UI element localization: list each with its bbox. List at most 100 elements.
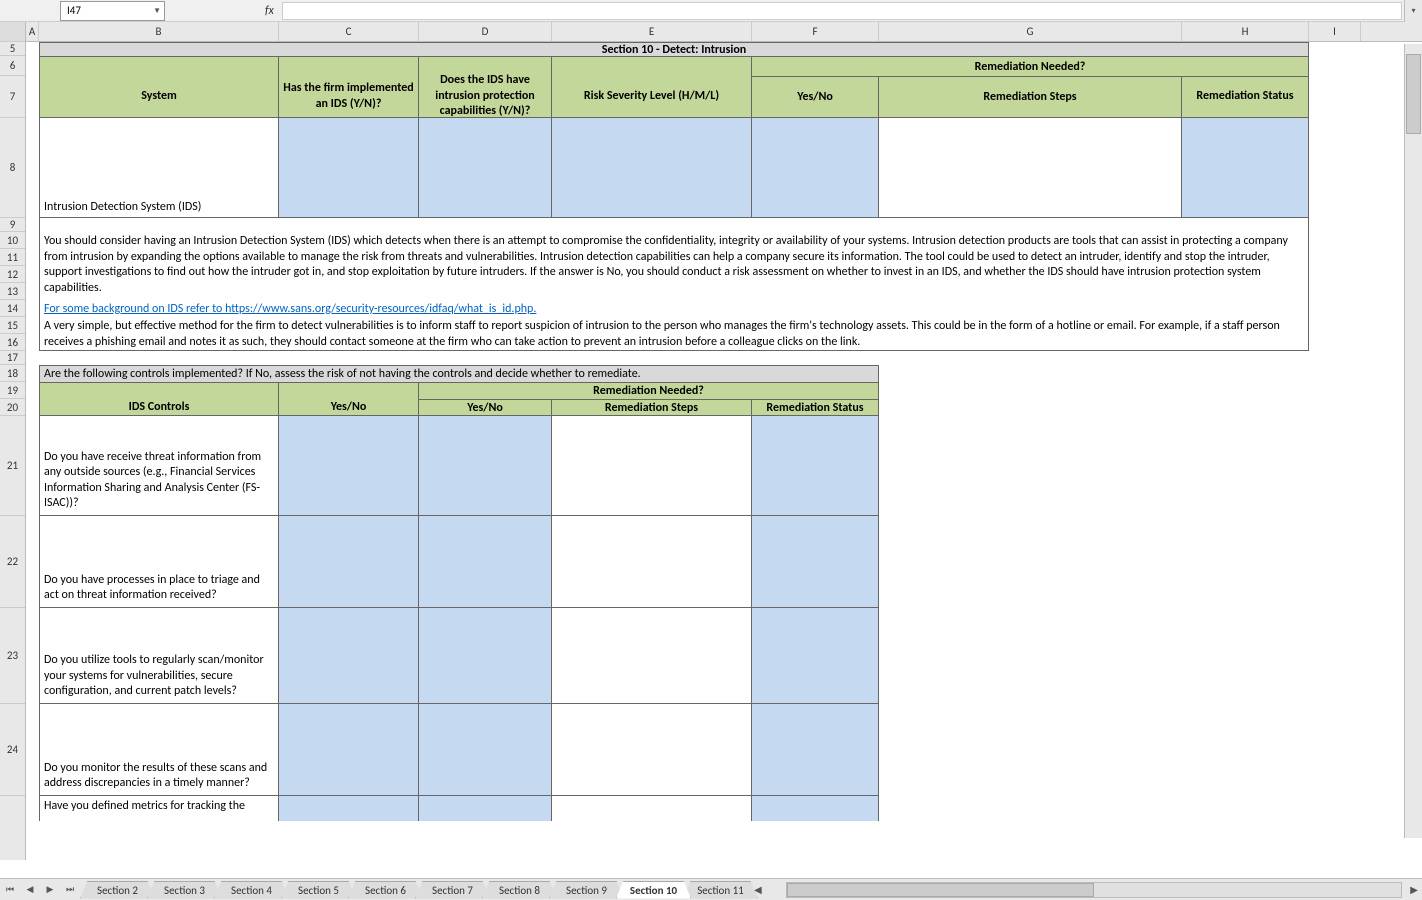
- ids-remediation-status[interactable]: [1182, 118, 1309, 218]
- sheet-tab[interactable]: Section 6: [348, 881, 423, 899]
- col-header[interactable]: F: [752, 22, 879, 41]
- row-header[interactable]: 23: [0, 608, 25, 704]
- col-header[interactable]: E: [552, 22, 752, 41]
- tab-nav-prev-icon[interactable]: ◀: [20, 880, 40, 900]
- sheet-tab[interactable]: Section 3: [147, 881, 222, 899]
- ids-remediation-steps[interactable]: [879, 118, 1182, 218]
- ids-system-label[interactable]: Intrusion Detection System (IDS): [39, 118, 279, 218]
- vertical-scrollbar[interactable]: [1404, 44, 1422, 838]
- control-question[interactable]: Do you have receive threat information f…: [39, 416, 279, 516]
- control-remed-status[interactable]: [752, 704, 879, 796]
- control-remed-steps[interactable]: [552, 416, 752, 516]
- control-remed-status[interactable]: [752, 416, 879, 516]
- header2-yesno-top[interactable]: [279, 382, 419, 399]
- header2-controls[interactable]: IDS Controls: [39, 399, 279, 416]
- control-remed-yesno[interactable]: [419, 516, 552, 608]
- sheet-tab[interactable]: Section 2: [80, 881, 155, 899]
- paragraph-ids-info[interactable]: You should consider having an Intrusion …: [39, 232, 1309, 300]
- col-header[interactable]: B: [39, 22, 279, 41]
- control-remed-steps[interactable]: [552, 704, 752, 796]
- control-yesno[interactable]: [279, 704, 419, 796]
- row-header[interactable]: 20: [0, 399, 25, 416]
- control-question[interactable]: Have you defined metrics for tracking th…: [39, 796, 279, 821]
- control-remed-steps[interactable]: [552, 608, 752, 704]
- header2-steps[interactable]: Remediation Steps: [552, 399, 752, 416]
- header2-yesno[interactable]: Yes/No: [279, 399, 419, 416]
- sheet-tab[interactable]: Section 5: [281, 881, 356, 899]
- header2-yesno2[interactable]: Yes/No: [419, 399, 552, 416]
- header-system[interactable]: [39, 56, 279, 76]
- row-header[interactable]: 6: [0, 56, 25, 76]
- control-remed-yesno[interactable]: [419, 416, 552, 516]
- ids-reference-link[interactable]: For some background on IDS refer to http…: [44, 302, 536, 316]
- ids-risk-cell[interactable]: [552, 118, 752, 218]
- control-remed-steps[interactable]: [552, 796, 752, 821]
- header2-remediation[interactable]: Remediation Needed?: [419, 382, 879, 399]
- row-header[interactable]: 8: [0, 118, 25, 218]
- control-yesno[interactable]: [279, 796, 419, 821]
- tab-nav-first-icon[interactable]: ⏮: [0, 880, 20, 900]
- header-implemented-label[interactable]: Has the firm implemented an IDS (Y/N)?: [279, 76, 419, 118]
- row-header[interactable]: 11: [0, 249, 25, 266]
- control-remed-yesno[interactable]: [419, 608, 552, 704]
- control-yesno[interactable]: [279, 608, 419, 704]
- row-header[interactable]: 13: [0, 283, 25, 300]
- col-header[interactable]: H: [1182, 22, 1309, 41]
- sheet-tab-active[interactable]: Section 10: [616, 881, 691, 899]
- control-remed-yesno[interactable]: [419, 796, 552, 821]
- control-question[interactable]: Do you utilize tools to regularly scan/m…: [39, 608, 279, 704]
- control-question[interactable]: Do you monitor the results of these scan…: [39, 704, 279, 796]
- sheet-tab[interactable]: Section 7: [415, 881, 490, 899]
- row-header[interactable]: 22: [0, 516, 25, 608]
- control-yesno[interactable]: [279, 416, 419, 516]
- control-remed-status[interactable]: [752, 796, 879, 821]
- sheet-tab[interactable]: Section 11: [683, 881, 758, 899]
- control-remed-status[interactable]: [752, 516, 879, 608]
- table2-title[interactable]: Are the following controls implemented? …: [39, 365, 879, 382]
- header-protection-label[interactable]: Does the IDS have intrusion protection c…: [419, 76, 552, 118]
- name-box[interactable]: I47 ▼: [60, 1, 165, 21]
- ids-remediation-yesno[interactable]: [752, 118, 879, 218]
- dropdown-icon[interactable]: ▼: [153, 6, 161, 16]
- row-header[interactable]: 12: [0, 266, 25, 283]
- sheet-tab[interactable]: Section 4: [214, 881, 289, 899]
- row-header[interactable]: 14: [0, 300, 25, 317]
- paragraph-detect-method[interactable]: A very simple, but effective method for …: [39, 317, 1309, 351]
- row-header[interactable]: 17: [0, 351, 25, 365]
- row-header[interactable]: 19: [0, 382, 25, 399]
- ids-protection-cell[interactable]: [419, 118, 552, 218]
- control-remed-status[interactable]: [752, 608, 879, 704]
- col-header[interactable]: I: [1309, 22, 1361, 41]
- header-system-label[interactable]: System: [39, 76, 279, 118]
- sheet-tab[interactable]: Section 8: [482, 881, 557, 899]
- control-yesno[interactable]: [279, 516, 419, 608]
- col-header[interactable]: D: [419, 22, 552, 41]
- col-header[interactable]: A: [26, 22, 39, 41]
- control-question[interactable]: Do you have processes in place to triage…: [39, 516, 279, 608]
- formula-bar-expand-icon[interactable]: ▾: [1404, 0, 1422, 22]
- scrollbar-thumb[interactable]: [1406, 54, 1421, 134]
- row-header[interactable]: 7: [0, 76, 25, 118]
- row-header[interactable]: 18: [0, 365, 25, 382]
- row-header[interactable]: 21: [0, 416, 25, 516]
- control-remed-yesno[interactable]: [419, 704, 552, 796]
- row-header[interactable]: 10: [0, 232, 25, 249]
- col-header[interactable]: G: [879, 22, 1182, 41]
- sheet-tab[interactable]: Section 9: [549, 881, 624, 899]
- scrollbar-thumb[interactable]: [787, 883, 1094, 897]
- header-steps[interactable]: Remediation Steps: [879, 76, 1182, 118]
- header2-controls-top[interactable]: [39, 382, 279, 399]
- row-header[interactable]: 16: [0, 334, 25, 351]
- header-risk[interactable]: [552, 56, 752, 76]
- tab-nav-next-icon[interactable]: ▶: [40, 880, 60, 900]
- header-remediation[interactable]: Remediation Needed?: [752, 56, 1309, 76]
- header-yesno[interactable]: Yes/No: [752, 76, 879, 118]
- row-header[interactable]: 9: [0, 218, 25, 232]
- fx-icon[interactable]: fx: [265, 4, 274, 18]
- col-header[interactable]: C: [279, 22, 419, 41]
- tab-scroll-right-icon[interactable]: ▶: [1406, 883, 1422, 896]
- header-status[interactable]: Remediation Status: [1182, 76, 1309, 118]
- header2-status[interactable]: Remediation Status: [752, 399, 879, 416]
- tab-nav-last-icon[interactable]: ⏭: [60, 880, 80, 900]
- section-title[interactable]: Section 10 - Detect: Intrusion: [39, 42, 1309, 56]
